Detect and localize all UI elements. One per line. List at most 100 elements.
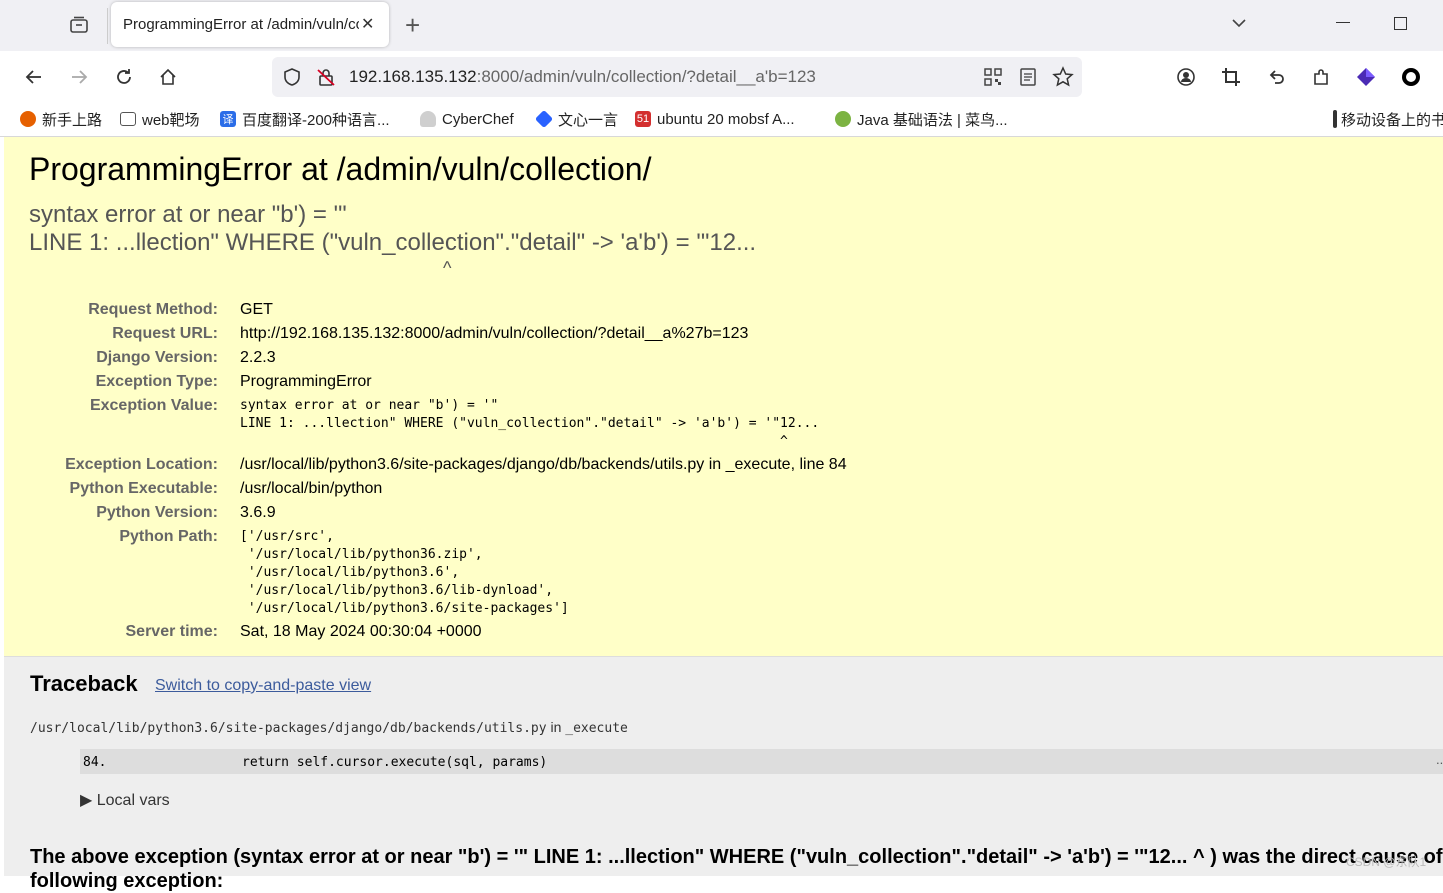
meta-label: Request Method: xyxy=(88,301,218,318)
python-path: ['/usr/src', '/usr/local/lib/python36.zi… xyxy=(240,529,569,616)
error-subtitle: syntax error at or near "b') = '" LINE 1:… xyxy=(29,201,756,279)
bookmark-star-icon[interactable] xyxy=(1052,66,1074,93)
exception-value: syntax error at or near "b') = '" LINE 1… xyxy=(240,398,820,449)
reload-icon xyxy=(117,69,131,84)
cause-line2: following exception: xyxy=(30,870,224,892)
bookmark-label: ubuntu 20 mobsf A... xyxy=(657,110,795,128)
tab-strip: ProgrammingError at /admin/vuln/collecti… xyxy=(0,0,1443,51)
traceback-frame-file: /usr/local/lib/python3.6/site-packages/d… xyxy=(30,719,628,738)
line-number: 84. xyxy=(83,755,107,770)
chevron-down-icon xyxy=(1232,19,1246,28)
new-tab-button[interactable]: + xyxy=(405,10,420,41)
account-icon xyxy=(1177,68,1195,86)
request-url: http://192.168.135.132:8000/admin/vuln/c… xyxy=(240,325,749,342)
forward-arrow-icon xyxy=(72,70,88,84)
page-title: ProgrammingError at /admin/vuln/collecti… xyxy=(29,151,652,187)
frame-in: in xyxy=(546,719,566,735)
local-vars-toggle[interactable]: ▶ Local vars xyxy=(80,790,170,810)
bookmark-label: CyberChef xyxy=(442,110,514,128)
bookmark-label: Java 基础语法 | 菜鸟... xyxy=(857,111,1008,129)
back-arrow-icon xyxy=(25,70,41,84)
traceback-heading: Traceback xyxy=(30,671,138,696)
wenxin-icon xyxy=(534,109,554,129)
bookmark-item-4[interactable]: 文心一言 xyxy=(534,109,619,129)
meta-label: Python Executable: xyxy=(69,480,218,497)
meta-label: Server time: xyxy=(125,623,219,640)
bookmark-label: 百度翻译-200种语言... xyxy=(242,111,390,129)
tab-title: ProgrammingError at /admin/vuln/collecti… xyxy=(123,16,359,33)
home-icon xyxy=(160,68,176,85)
error-subtitle-line2: LINE 1: ...llection" WHERE ("vuln_collec… xyxy=(29,229,757,256)
tab-separator xyxy=(107,8,108,44)
reload-button[interactable] xyxy=(108,61,140,93)
mobile-device-icon xyxy=(1333,110,1337,128)
undo-icon xyxy=(1269,70,1284,84)
qr-code-icon[interactable] xyxy=(984,68,1002,91)
insecure-lock-icon[interactable] xyxy=(316,67,336,92)
meta-label: Django Version: xyxy=(96,349,218,366)
meta-label: Python Version: xyxy=(96,504,218,521)
code-text: return self.cursor.execute(sql, params) xyxy=(242,755,548,770)
request-method: GET xyxy=(240,301,273,318)
bookmark-item-2[interactable]: 译百度翻译-200种语言... xyxy=(220,109,390,129)
extension-purple-button[interactable] xyxy=(1350,61,1382,93)
account-button[interactable] xyxy=(1170,61,1202,93)
minimize-button[interactable] xyxy=(1336,22,1350,23)
folder-icon xyxy=(120,112,136,126)
meta-label: Exception Value: xyxy=(89,397,218,414)
meta-label: Exception Location: xyxy=(65,456,218,473)
back-button[interactable] xyxy=(18,61,50,93)
bookmark-item-5[interactable]: 51 ubuntu 20 mobsf A... xyxy=(635,109,795,129)
url-text[interactable]: 192.168.135.132:8000/admin/vuln/collecti… xyxy=(349,67,816,87)
tab-overview-icon[interactable] xyxy=(66,12,92,38)
switch-view-link[interactable]: Switch to copy-and-paste view xyxy=(155,677,371,695)
51cto-icon: 51 xyxy=(635,111,651,127)
reader-view-icon[interactable] xyxy=(1019,68,1037,91)
tab-close-icon[interactable]: ✕ xyxy=(361,14,374,34)
url-bar[interactable]: 192.168.135.132:8000/admin/vuln/collecti… xyxy=(272,57,1082,97)
bookmark-label: web靶场 xyxy=(142,111,200,129)
server-time: Sat, 18 May 2024 00:30:04 +0000 xyxy=(240,623,482,640)
bookmark-label: 新手上路 xyxy=(42,111,103,129)
circle-extension-icon xyxy=(1402,68,1420,86)
runoob-icon xyxy=(835,111,851,127)
chef-icon xyxy=(420,111,436,127)
context-expand[interactable]: ... xyxy=(1436,752,1443,767)
python-executable: /usr/local/bin/python xyxy=(240,480,383,497)
screenshot-button[interactable] xyxy=(1215,61,1247,93)
shield-icon[interactable] xyxy=(282,67,302,92)
mobile-bookmarks-label: 移动设备上的书签 xyxy=(1341,111,1443,129)
bookmark-item-0[interactable]: 新手上路 xyxy=(20,109,102,129)
forward-button[interactable] xyxy=(63,61,95,93)
meta-label: Exception Type: xyxy=(95,373,218,390)
undo-button[interactable] xyxy=(1260,61,1292,93)
active-tab[interactable]: ProgrammingError at /admin/vuln/collecti… xyxy=(111,2,389,47)
url-path: :8000/admin/vuln/collection/?detail__a'b… xyxy=(476,67,816,86)
bookmark-item-3[interactable]: CyberChef xyxy=(420,109,514,129)
error-caret: ^ xyxy=(443,258,452,278)
navigation-toolbar: 192.168.135.132:8000/admin/vuln/collecti… xyxy=(0,51,1443,103)
url-host: 192.168.135.132 xyxy=(349,67,477,86)
maximize-button[interactable] xyxy=(1394,17,1407,30)
bookmark-item-1[interactable]: web靶场 xyxy=(120,109,200,129)
cause-line1: The above exception (syntax error at or … xyxy=(30,846,1443,868)
error-summary: ProgrammingError at /admin/vuln/collecti… xyxy=(4,137,1443,657)
extensions-button[interactable] xyxy=(1305,61,1337,93)
frame-function: _execute xyxy=(565,721,628,736)
error-subtitle-line1: syntax error at or near "b') = '" xyxy=(29,201,347,228)
diamond-extension-icon xyxy=(1357,68,1375,86)
extension-circle-button[interactable] xyxy=(1395,61,1427,93)
exception-cause-text: The above exception (syntax error at or … xyxy=(30,845,1443,893)
puzzle-icon xyxy=(1314,69,1328,85)
traceback-code-line[interactable]: 84. return self.cursor.execute(sql, para… xyxy=(80,749,1443,774)
tab-list-button[interactable] xyxy=(1230,14,1248,37)
exception-type: ProgrammingError xyxy=(240,373,372,390)
home-button[interactable] xyxy=(152,61,184,93)
watermark: CSDN @东队1 xyxy=(1346,855,1427,869)
bookmark-label: 文心一言 xyxy=(558,111,619,129)
bookmark-item-6[interactable]: Java 基础语法 | 菜鸟... xyxy=(835,109,1008,129)
frame-file-path: /usr/local/lib/python3.6/site-packages/d… xyxy=(30,721,547,736)
meta-label: Request URL: xyxy=(112,325,218,342)
mobile-bookmarks[interactable]: 移动设备上的书签 xyxy=(1333,109,1443,129)
firefox-icon xyxy=(20,111,36,127)
